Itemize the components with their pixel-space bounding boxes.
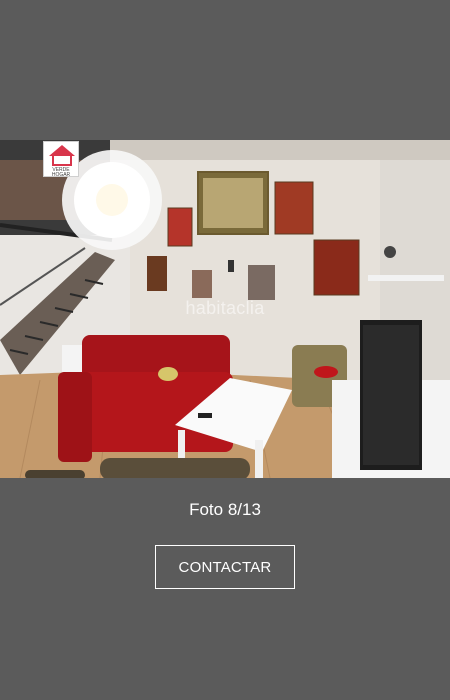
agency-logo: VERDE HOGAR [43, 141, 79, 178]
house-logo-icon [49, 145, 75, 156]
agency-logo-text: VERDE HOGAR [51, 167, 71, 178]
contact-button[interactable]: CONTACTAR [155, 545, 295, 589]
photo-watermark: habitaclia [185, 298, 265, 318]
photo-viewer: VERDE HOGAR habitaclia Foto 8/13 CONTACT… [0, 0, 450, 700]
photo-counter: Foto 8/13 [189, 500, 261, 519]
